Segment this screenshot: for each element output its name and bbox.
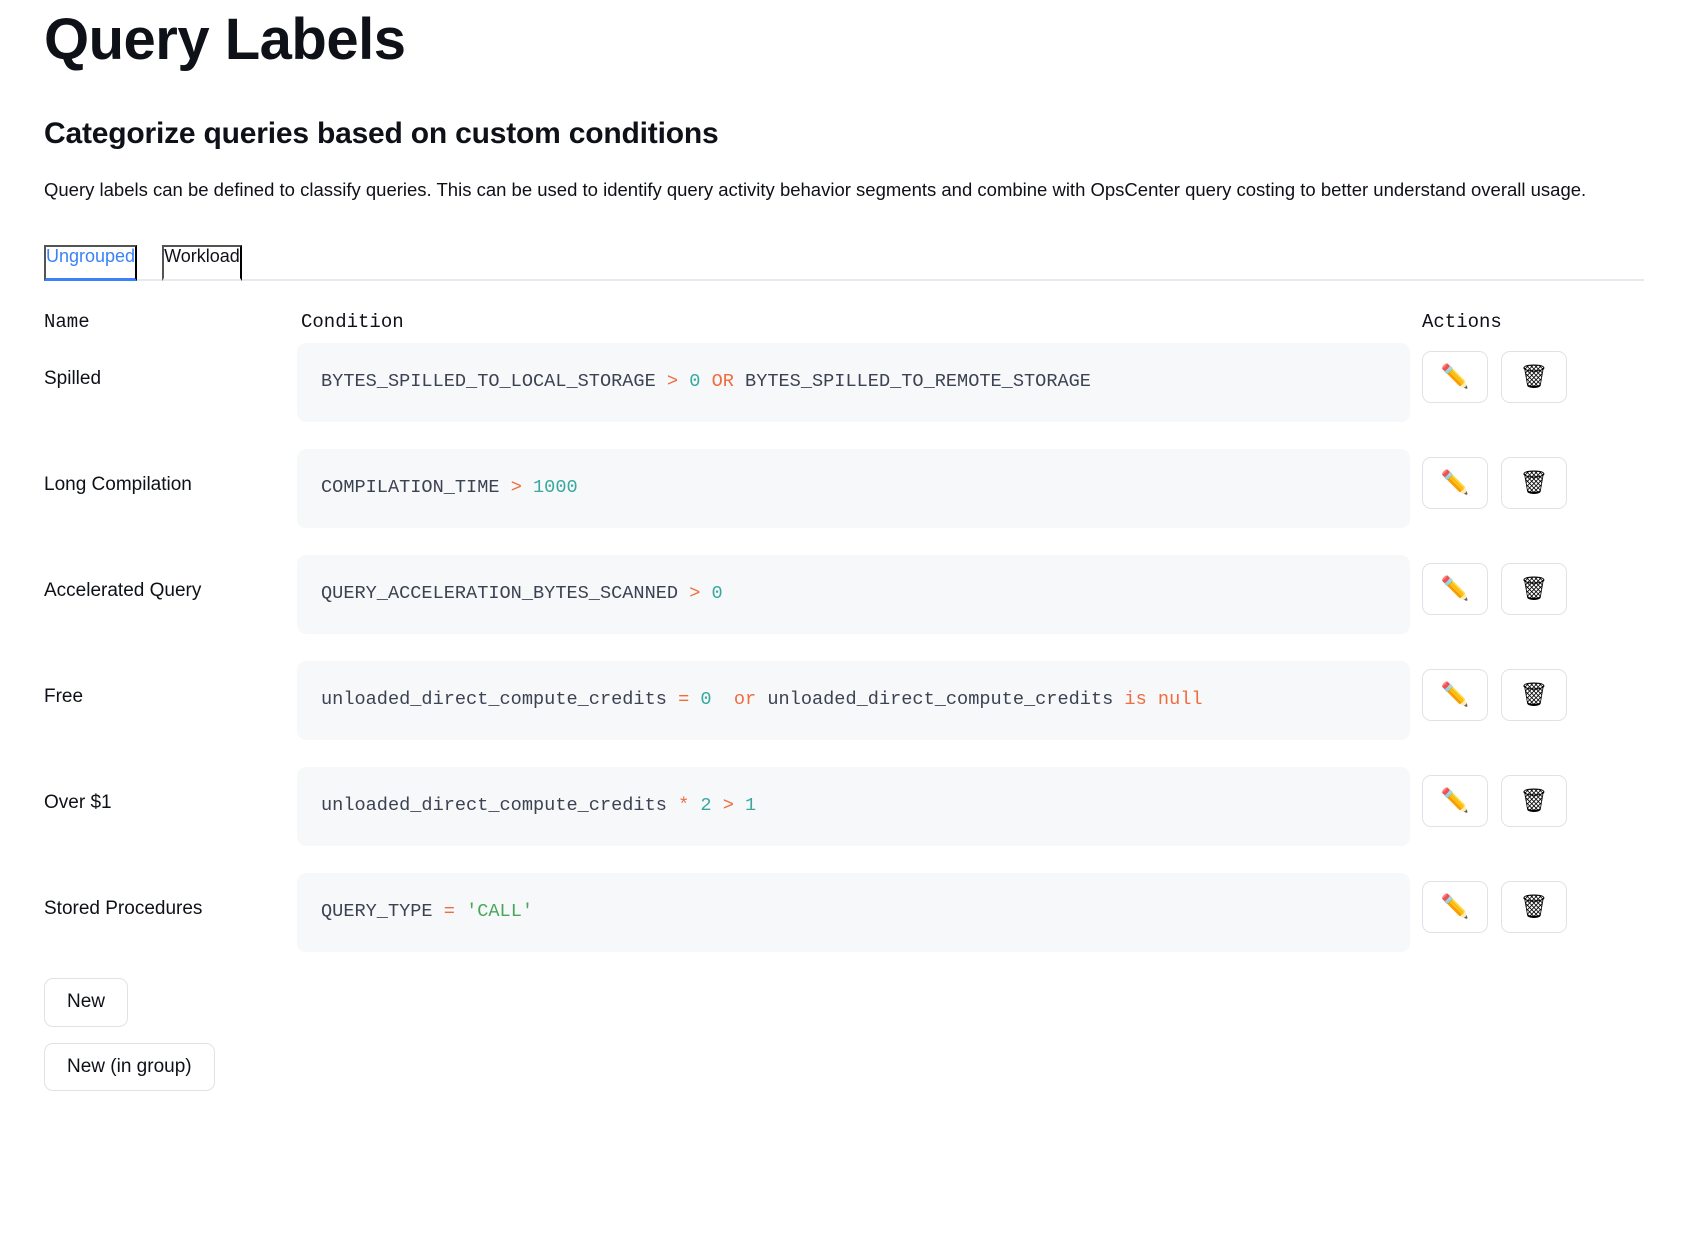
row-spacer [44, 846, 1639, 873]
condition-code-text: unloaded_direct_compute_credits = 0 or u… [321, 689, 1203, 711]
condition-cell: unloaded_direct_compute_credits * 2 > 1 [297, 766, 1410, 846]
column-header-name: Name [44, 310, 90, 333]
trash-icon[interactable]: 🗑 [1501, 562, 1567, 615]
actions-cell: ✏️ 🗑 [1410, 343, 1639, 403]
condition-code-text: QUERY_TYPE = 'CALL' [321, 901, 534, 923]
trash-icon[interactable]: 🗑 [1501, 456, 1567, 509]
condition-code-block: QUERY_ACCELERATION_BYTES_SCANNED > 0 [297, 554, 1410, 634]
query-labels-table: Name Condition Actions Spilled BYTES_SPIL… [44, 311, 1639, 952]
table-body: Spilled BYTES_SPILLED_TO_LOCAL_STORAGE > … [44, 342, 1639, 952]
label-name-cell: Accelerated Query [44, 579, 202, 601]
condition-code-block: COMPILATION_TIME > 1000 [297, 448, 1410, 528]
condition-code-text: COMPILATION_TIME > 1000 [321, 477, 578, 499]
actions-cell: ✏️ 🗑 [1410, 555, 1639, 615]
tab-list: Ungrouped Workload [44, 244, 1644, 281]
condition-cell: unloaded_direct_compute_credits = 0 or u… [297, 660, 1410, 740]
table-row: Free unloaded_direct_compute_credits = 0 … [44, 660, 1639, 740]
section-title: Categorize queries based on custom condi… [44, 116, 719, 150]
condition-code-text: BYTES_SPILLED_TO_LOCAL_STORAGE > 0 OR BY… [321, 371, 1091, 393]
label-name-cell: Spilled [44, 367, 102, 389]
condition-cell: QUERY_ACCELERATION_BYTES_SCANNED > 0 [297, 554, 1410, 634]
row-spacer [44, 422, 1639, 449]
condition-code-block: QUERY_TYPE = 'CALL' [297, 872, 1410, 952]
condition-code-text: QUERY_ACCELERATION_BYTES_SCANNED > 0 [321, 583, 723, 605]
condition-cell: BYTES_SPILLED_TO_LOCAL_STORAGE > 0 OR BY… [297, 342, 1410, 422]
tabs-container: Ungrouped Workload [44, 244, 1644, 281]
actions-cell: ✏️ 🗑 [1410, 873, 1639, 933]
actions-cell: ✏️ 🗑 [1410, 767, 1639, 827]
pencil-icon[interactable]: ✏️ [1422, 562, 1488, 615]
condition-cell: COMPILATION_TIME > 1000 [297, 448, 1410, 528]
new-in-group-button[interactable]: New (in group) [44, 1042, 215, 1092]
tab-workload[interactable]: Workload [162, 244, 242, 281]
row-spacer [44, 634, 1639, 661]
condition-code-text: unloaded_direct_compute_credits * 2 > 1 [321, 795, 757, 817]
condition-code-block: unloaded_direct_compute_credits * 2 > 1 [297, 766, 1410, 846]
query-labels-page: Query Labels Categorize queries based on… [0, 0, 1681, 1240]
pencil-icon[interactable]: ✏️ [1422, 350, 1488, 403]
table-header-row: Name Condition Actions [44, 311, 1639, 343]
table-row: Long Compilation COMPILATION_TIME > 1000 ✏… [44, 448, 1639, 528]
label-name-cell: Free [44, 685, 84, 707]
tab-ungrouped[interactable]: Ungrouped [44, 244, 138, 281]
condition-code-block: BYTES_SPILLED_TO_LOCAL_STORAGE > 0 OR BY… [297, 342, 1410, 422]
label-name-cell: Stored Procedures [44, 897, 203, 919]
trash-icon[interactable]: 🗑 [1501, 668, 1567, 721]
label-name-cell: Long Compilation [44, 473, 192, 495]
condition-code-block: unloaded_direct_compute_credits = 0 or u… [297, 660, 1410, 740]
table-row: Spilled BYTES_SPILLED_TO_LOCAL_STORAGE > … [44, 342, 1639, 422]
actions-cell: ✏️ 🗑 [1410, 449, 1639, 509]
trash-icon[interactable]: 🗑 [1501, 880, 1567, 933]
table-row: Stored Procedures QUERY_TYPE = 'CALL' ✏️ 🗑 [44, 872, 1639, 952]
pencil-icon[interactable]: ✏️ [1422, 774, 1488, 827]
page-title: Query Labels [44, 7, 406, 72]
page-description: Query labels can be defined to classify … [44, 178, 1587, 200]
condition-cell: QUERY_TYPE = 'CALL' [297, 872, 1410, 952]
trash-icon[interactable]: 🗑 [1501, 774, 1567, 827]
column-header-actions: Actions [1422, 310, 1502, 333]
column-header-condition: Condition [301, 310, 404, 333]
trash-icon[interactable]: 🗑 [1501, 350, 1567, 403]
table-row: Accelerated Query QUERY_ACCELERATION_BYTE… [44, 554, 1639, 634]
label-name-cell: Over $1 [44, 791, 112, 813]
row-spacer [44, 740, 1639, 767]
row-spacer [44, 528, 1639, 555]
bottom-button-group: New New (in group) [44, 977, 1637, 1092]
table-row: Over $1 unloaded_direct_compute_credits *… [44, 766, 1639, 846]
actions-cell: ✏️ 🗑 [1410, 661, 1639, 721]
pencil-icon[interactable]: ✏️ [1422, 880, 1488, 933]
pencil-icon[interactable]: ✏️ [1422, 456, 1488, 509]
pencil-icon[interactable]: ✏️ [1422, 668, 1488, 721]
new-button[interactable]: New [44, 977, 129, 1027]
